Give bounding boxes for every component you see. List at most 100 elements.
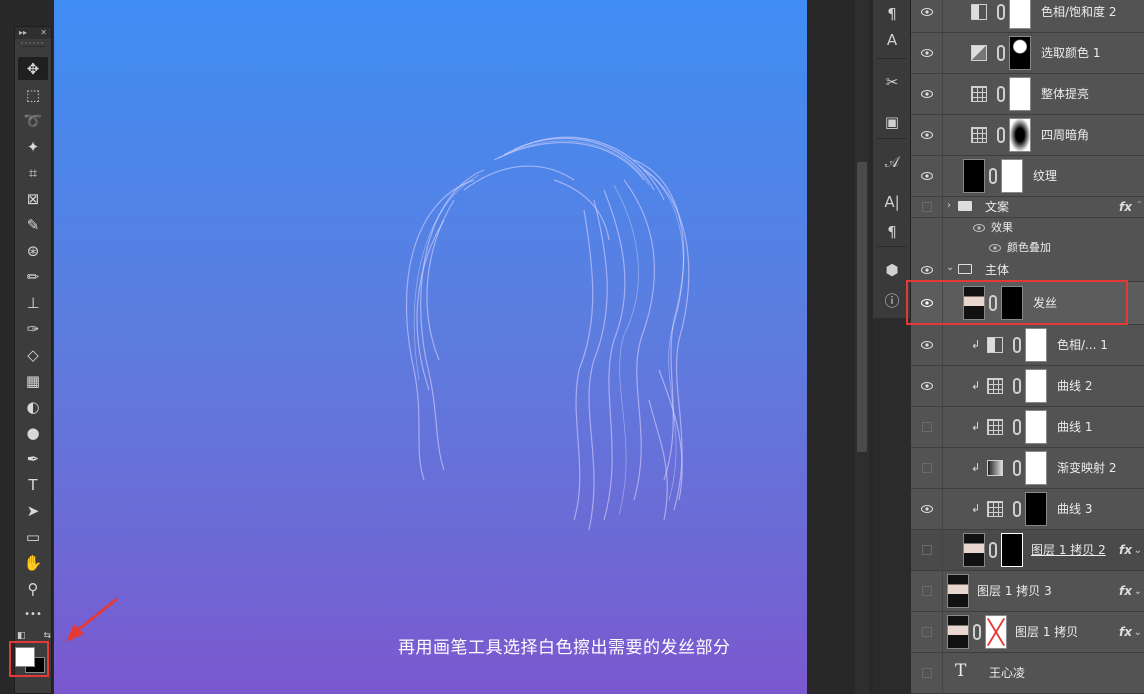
visibility-toggle[interactable] — [911, 366, 943, 406]
layer-row[interactable]: ↲ 色相/... 1 — [911, 325, 1144, 366]
layer-name[interactable]: 选取颜色 1 — [1041, 33, 1100, 74]
fx-badge[interactable]: fx — [1119, 612, 1132, 653]
tool-presets-icon[interactable]: ✂ — [878, 70, 906, 94]
paragraph-styles-icon[interactable]: ¶ — [878, 2, 906, 26]
fx-badge[interactable]: fx — [1119, 571, 1132, 612]
link-icon[interactable] — [989, 168, 997, 184]
visibility-toggle[interactable] — [911, 197, 943, 217]
rectangle-tool-icon[interactable]: ▭ — [18, 525, 48, 548]
zoom-tool-icon[interactable]: ⚲ — [18, 577, 48, 600]
eye-icon[interactable] — [973, 224, 985, 232]
collapse-chevron-icon[interactable]: ⌄ — [946, 262, 954, 273]
expand-effects-icon[interactable]: ⌄ — [1134, 530, 1142, 571]
layer-mask-thumbnail[interactable] — [1009, 118, 1031, 152]
layer-name[interactable]: 图层 1 拷贝 3 — [977, 571, 1052, 612]
visibility-toggle[interactable] — [911, 258, 943, 281]
link-icon[interactable] — [1013, 337, 1021, 353]
healing-brush-tool-icon[interactable]: ⊛ — [18, 239, 48, 262]
effect-color-overlay-row[interactable]: 颜色叠加 — [911, 238, 1144, 258]
visibility-toggle[interactable] — [911, 530, 943, 570]
layer-row[interactable]: 纹理 — [911, 156, 1144, 197]
layer-group-row[interactable]: › 文案 fx — [911, 197, 1144, 218]
layers-scroll-up-icon[interactable]: ⌃ — [1136, 200, 1144, 230]
layer-mask-thumbnail[interactable] — [1025, 369, 1047, 403]
layer-mask-thumbnail[interactable] — [1025, 492, 1047, 526]
layer-name[interactable]: 曲线 1 — [1057, 407, 1092, 448]
layer-mask-thumbnail[interactable] — [1009, 0, 1031, 29]
layer-row[interactable]: 四周暗角 — [911, 115, 1144, 156]
layer-row[interactable]: 图层 1 拷贝 3 fx ⌄ — [911, 571, 1144, 612]
effect-name[interactable]: 颜色叠加 — [1007, 238, 1051, 258]
hand-tool-icon[interactable]: ✋ — [18, 551, 48, 574]
layer-thumbnail[interactable] — [963, 533, 985, 567]
blur-tool-icon[interactable]: ◐ — [18, 395, 48, 418]
link-icon[interactable] — [1013, 419, 1021, 435]
layer-row[interactable]: 选取颜色 1 — [911, 33, 1144, 74]
visibility-toggle[interactable] — [911, 115, 943, 155]
layer-group-row[interactable]: ⌄ 主体 — [911, 258, 1144, 282]
marquee-tool-icon[interactable]: ⬚ — [18, 83, 48, 106]
eyedropper-tool-icon[interactable]: ✎ — [18, 213, 48, 236]
history-brush-tool-icon[interactable]: ✑ — [18, 317, 48, 340]
eraser-tool-icon[interactable]: ◇ — [18, 343, 48, 366]
visibility-toggle[interactable] — [911, 156, 943, 196]
layer-name[interactable]: 色相/饱和度 2 — [1041, 0, 1117, 33]
visibility-toggle[interactable] — [911, 571, 943, 611]
move-tool-icon[interactable]: ✥ — [18, 57, 48, 80]
layer-name[interactable]: 渐变映射 2 — [1057, 448, 1116, 489]
type-tool-icon[interactable]: T — [18, 473, 48, 496]
clone-stamp-tool-icon[interactable]: ⊥ — [18, 291, 48, 314]
clone-source-icon[interactable]: ▣ — [878, 110, 906, 134]
expand-panel-icon[interactable]: ▸▸ — [19, 27, 27, 39]
visibility-toggle[interactable] — [911, 653, 943, 693]
layer-mask-thumbnail[interactable] — [1025, 451, 1047, 485]
expand-effects-icon[interactable]: ⌄ — [1134, 612, 1142, 653]
layer-name[interactable]: 曲线 3 — [1057, 489, 1092, 530]
frame-tool-icon[interactable]: ⊠ — [18, 187, 48, 210]
layer-mask-thumbnail[interactable] — [1025, 410, 1047, 444]
fx-badge[interactable]: fx — [1119, 197, 1132, 218]
lasso-tool-icon[interactable]: ➰ — [18, 109, 48, 132]
link-icon[interactable] — [1013, 501, 1021, 517]
visibility-toggle[interactable] — [911, 448, 943, 488]
layer-name[interactable]: 文案 — [985, 197, 1009, 218]
expand-effects-icon[interactable]: ⌄ — [1134, 571, 1142, 612]
link-icon[interactable] — [973, 624, 981, 640]
panel-grip[interactable] — [21, 39, 45, 47]
layer-mask-thumbnail[interactable] — [1009, 77, 1031, 111]
brush-tool-icon[interactable]: ✏ — [18, 265, 48, 288]
default-colors-icon[interactable]: ◧ — [17, 631, 26, 641]
foreground-color-swatch[interactable] — [15, 647, 35, 667]
tools-panel-header[interactable]: ▸▸ ✕ — [15, 27, 51, 39]
close-panel-icon[interactable]: ✕ — [40, 27, 47, 39]
layer-name[interactable]: 主体 — [985, 258, 1009, 282]
magic-wand-tool-icon[interactable]: ✦ — [18, 135, 48, 158]
layer-mask-thumbnail[interactable] — [1001, 159, 1023, 193]
pen-tool-icon[interactable]: ✒ — [18, 447, 48, 470]
path-selection-tool-icon[interactable]: ➤ — [18, 499, 48, 522]
expand-chevron-icon[interactable]: › — [947, 200, 951, 211]
layer-name[interactable]: 色相/... 1 — [1057, 325, 1108, 366]
layer-mask-thumbnail[interactable] — [1001, 533, 1023, 567]
layer-name[interactable]: 纹理 — [1033, 156, 1057, 197]
layer-thumbnail[interactable] — [963, 159, 985, 193]
link-icon[interactable] — [997, 127, 1005, 143]
layer-thumbnail[interactable] — [947, 574, 969, 608]
link-icon[interactable] — [1013, 460, 1021, 476]
visibility-toggle[interactable] — [911, 325, 943, 365]
layer-name[interactable]: 四周暗角 — [1041, 115, 1089, 156]
visibility-toggle[interactable] — [911, 74, 943, 114]
layer-row[interactable]: 图层 1 拷贝 fx ⌄ — [911, 612, 1144, 653]
more-tools-icon[interactable]: ••• — [18, 603, 48, 626]
layer-row[interactable]: T 王心凌 — [911, 653, 1144, 694]
layer-row[interactable]: 图层 1 拷贝 2 fx ⌄ — [911, 530, 1144, 571]
info-icon[interactable]: ⓘ — [878, 288, 906, 312]
layer-row[interactable]: ↲ 渐变映射 2 — [911, 448, 1144, 489]
character-icon[interactable]: A| — [878, 190, 906, 214]
layer-row[interactable]: ↲ 曲线 2 — [911, 366, 1144, 407]
visibility-toggle[interactable] — [911, 612, 943, 652]
paragraph-icon[interactable]: ¶ — [878, 220, 906, 244]
crop-tool-icon[interactable]: ⌗ — [18, 161, 48, 184]
visibility-toggle[interactable] — [911, 0, 943, 32]
visibility-toggle[interactable] — [911, 33, 943, 73]
